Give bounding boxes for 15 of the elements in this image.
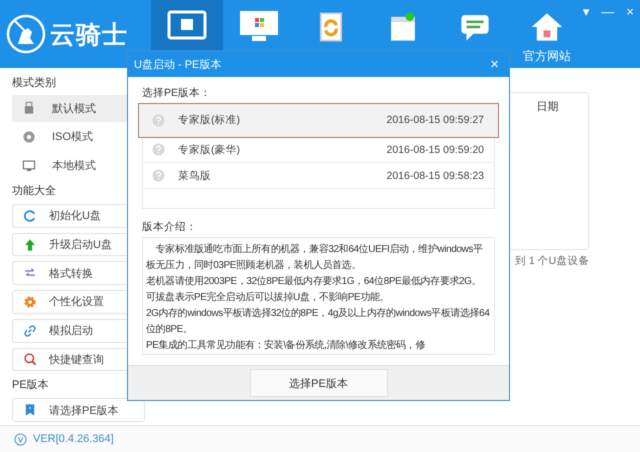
- section-title: 模式类别: [12, 76, 57, 91]
- device-status: 到 1 个U盘设备: [515, 254, 590, 268]
- column-header: 日期: [536, 100, 558, 115]
- version-text: VER[0.4.26.364]: [33, 433, 114, 445]
- dialog-title: U盘启动 - PE版本: [134, 58, 222, 72]
- section-label: 版本介绍：: [142, 220, 198, 235]
- description-line: 2G内存的windows平板请选择32位的8PE，4g及以上内存的windows平板请选择64位的8PE。: [146, 306, 491, 337]
- description-line: 专家标准版通吃市面上所有的机器，兼容32和64位UEFI启动，维护windows平板无压力，同时03PE照顾老机器，装机人员首选。: [146, 242, 484, 273]
- app-name: 云骑士: [50, 20, 128, 50]
- section-label: 选择PE版本：: [142, 86, 212, 101]
- section-title: 功能大全: [12, 184, 57, 199]
- description-line: 老机器请使用2003PE，32位8PE最低内存要求1G，64位8PE最低内存要求2G。: [146, 274, 482, 289]
- description-line: 可拔盘表示PE完全启动后可以拔掉U盘，不影响PE功能。: [146, 290, 390, 305]
- description-line: PE集成的工具常见功能有：安装\备份系统,清除\修改系统密码，修: [146, 338, 426, 353]
- section-title: PE版本: [12, 378, 50, 394]
